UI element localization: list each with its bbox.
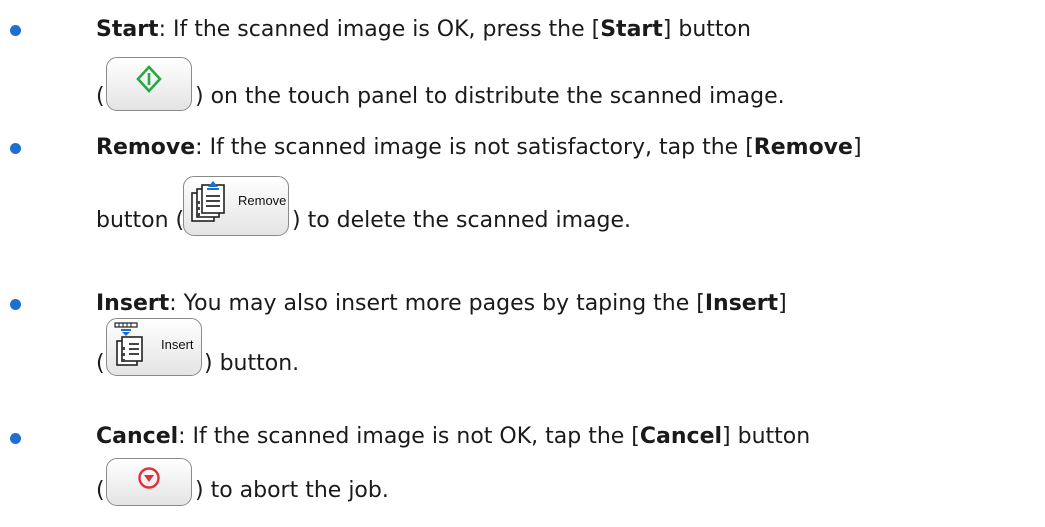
bullet — [10, 25, 21, 36]
start-line-2-rest: ) on the touch panel to distribute the s… — [195, 84, 785, 109]
bullet — [10, 143, 21, 154]
bullet — [10, 433, 21, 444]
insert-line-2-rest: ) button. — [204, 351, 300, 376]
insert-line-1: Insert: You may also insert more pages b… — [96, 291, 787, 316]
start-line-1: Start: If the scanned image is OK, press… — [96, 17, 751, 42]
cancel-line-1: Cancel: If the scanned image is not OK, … — [96, 424, 811, 449]
start-diamond-icon — [136, 65, 162, 93]
cancel-line-2-rest: ) to abort the job. — [195, 478, 389, 503]
remove-line-2-rest: ) to delete the scanned image. — [292, 208, 631, 233]
bullet — [10, 299, 21, 310]
remove-pages-icon — [191, 181, 225, 222]
insert-button[interactable]: Insert — [106, 318, 202, 376]
remove-button-label: Remove — [238, 193, 287, 208]
term-remove: Remove — [96, 135, 196, 160]
insert-pages-icon — [114, 322, 143, 366]
remove-line-2: button ( — [96, 208, 185, 233]
cancel-line-2: ( — [96, 478, 105, 503]
term-start: Start — [96, 17, 159, 42]
term-cancel: Cancel — [96, 424, 179, 449]
start-button[interactable] — [106, 57, 192, 111]
insert-button-label: Insert — [161, 337, 194, 352]
term-insert: Insert — [96, 291, 170, 316]
cancel-circle-icon — [138, 467, 160, 489]
cancel-button[interactable] — [106, 458, 192, 506]
start-line-2: ( — [96, 84, 105, 109]
insert-line-2: ( — [96, 351, 105, 376]
remove-button[interactable]: Remove — [183, 176, 289, 236]
remove-line-1: Remove: If the scanned image is not sati… — [96, 135, 862, 160]
